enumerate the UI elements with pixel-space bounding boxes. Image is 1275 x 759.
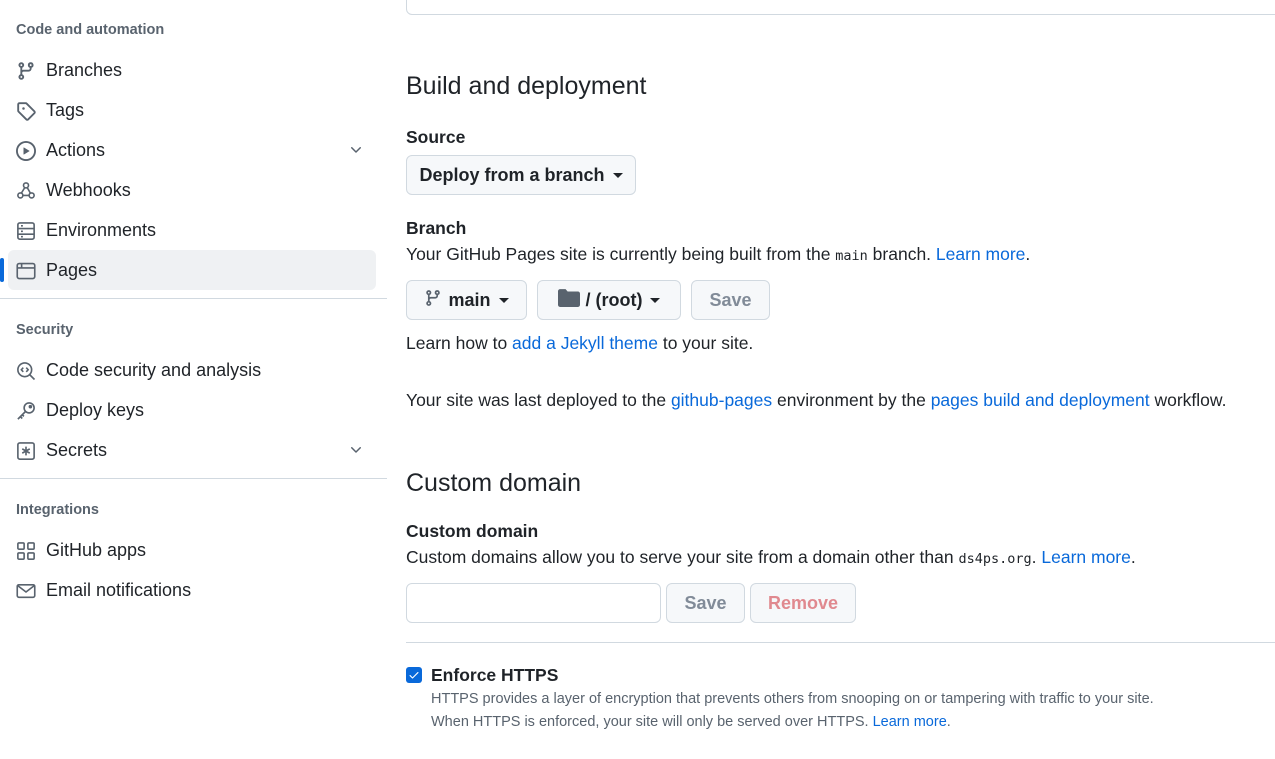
server-icon [16, 221, 36, 241]
sidebar-divider [0, 298, 387, 299]
caret-down-icon [498, 297, 509, 303]
sidebar-item-label: Branches [46, 59, 123, 80]
sidebar-item-email-notifications[interactable]: Email notifications [8, 570, 376, 610]
chevron-down-icon[interactable] [348, 142, 364, 158]
source-select-button[interactable]: Deploy from a branch [406, 155, 636, 195]
sidebar-item-tags[interactable]: Tags [8, 90, 376, 130]
enforce-https-label[interactable]: Enforce HTTPS [431, 665, 558, 686]
branch-name-code: main [835, 248, 868, 264]
caret-down-icon [612, 172, 623, 178]
apps-icon [16, 541, 36, 561]
domain-desc-text: . [1130, 547, 1136, 567]
folder-select-button[interactable]: / (root) [537, 280, 681, 320]
https-learn-more-link[interactable]: Learn more [873, 714, 947, 730]
branch-desc-text: . [1025, 244, 1031, 264]
jekyll-theme-text: Learn how to add a Jekyll theme to your … [406, 333, 753, 354]
chevron-down-icon[interactable] [348, 442, 364, 458]
previous-section-box [406, 0, 1275, 15]
security-heading: Security [16, 322, 74, 338]
domain-desc-text: Custom domains allow you to serve your s… [406, 547, 959, 567]
sidebar-item-label: Tags [46, 99, 85, 120]
last-deployed-text: Your site was last deployed to the githu… [406, 390, 1226, 411]
branch-learn-more-link[interactable]: Learn more [936, 244, 1026, 264]
custom-domain-title: Custom domain [406, 469, 582, 497]
section-divider [406, 642, 1275, 643]
branch-desc-text: Your GitHub Pages site is currently bein… [406, 244, 836, 264]
domain-learn-more-link[interactable]: Learn more [1041, 547, 1131, 567]
branch-save-button[interactable]: Save [691, 280, 770, 320]
sidebar-item-secrets[interactable]: Secrets [8, 430, 376, 470]
sidebar-item-webhooks[interactable]: Webhooks [8, 170, 376, 210]
jekyll-text: Learn how to [406, 333, 513, 353]
github-pages-environment-link[interactable]: github-pages [671, 390, 772, 410]
sidebar-item-label: Secrets [46, 439, 108, 460]
pages-workflow-link[interactable]: pages build and deployment [931, 390, 1150, 410]
sidebar-item-label: Actions [46, 139, 106, 160]
sidebar-item-github-apps[interactable]: GitHub apps [8, 530, 376, 570]
branch-icon [424, 289, 442, 312]
branch-select-button[interactable]: main [406, 280, 527, 320]
https-note-text: When HTTPS is enforced, your site will o… [431, 714, 873, 730]
deploy-text: Your site was last deployed to the [406, 390, 671, 410]
asterisk-icon [16, 441, 36, 461]
sidebar-item-label: Environments [46, 219, 157, 240]
sidebar-item-label: Deploy keys [46, 399, 145, 420]
branch-select-value: main [448, 289, 491, 310]
https-note-text: . [946, 714, 951, 730]
sidebar-item-label: Code security and analysis [46, 359, 262, 380]
sidebar-item-deploy-keys[interactable]: Deploy keys [8, 390, 376, 430]
branch-icon [16, 61, 36, 81]
jekyll-text: to your site. [657, 333, 754, 353]
sidebar-item-actions[interactable]: Actions [8, 130, 376, 170]
tag-icon [16, 101, 36, 121]
source-label: Source [406, 127, 466, 147]
settings-sidebar: Code and automation Branches Tags Action… [0, 0, 387, 759]
branch-description: Your GitHub Pages site is currently bein… [406, 244, 1030, 265]
sidebar-item-pages[interactable]: Pages [0, 250, 376, 290]
folder-icon [557, 288, 580, 312]
mail-icon [16, 581, 36, 601]
pages-settings-main: Build and deployment Source Deploy from … [387, 0, 1275, 759]
custom-domain-description: Custom domains allow you to serve your s… [406, 547, 1136, 568]
jekyll-theme-link[interactable]: add a Jekyll theme [512, 333, 658, 353]
domain-desc-text: . [1031, 547, 1042, 567]
sidebar-item-label: Email notifications [46, 579, 192, 600]
domain-save-button[interactable]: Save [666, 583, 745, 623]
integrations-heading: Integrations [16, 502, 99, 518]
browser-icon [16, 261, 36, 281]
checkmark-icon [409, 672, 419, 679]
custom-domain-input[interactable] [406, 583, 661, 623]
domain-code: ds4ps.org [958, 551, 1032, 567]
source-select-value: Deploy from a branch [419, 164, 605, 185]
codescan-icon [16, 361, 36, 381]
sidebar-item-label: Webhooks [46, 179, 131, 200]
branch-desc-text: branch. [867, 244, 936, 264]
custom-domain-label: Custom domain [406, 521, 539, 541]
sidebar-item-code-security[interactable]: Code security and analysis [8, 350, 376, 390]
sidebar-item-label: Pages [46, 259, 98, 280]
https-note-line1: HTTPS provides a layer of encryption tha… [431, 691, 1154, 707]
deploy-text: workflow. [1149, 390, 1227, 410]
caret-down-icon [650, 297, 661, 303]
enforce-https-checkbox[interactable] [406, 667, 422, 683]
build-deployment-title: Build and deployment [406, 72, 647, 100]
play-icon [16, 141, 36, 161]
sidebar-item-label: GitHub apps [46, 539, 147, 560]
https-note-line2: When HTTPS is enforced, your site will o… [431, 714, 951, 730]
domain-remove-button[interactable]: Remove [750, 583, 856, 623]
sidebar-item-branches[interactable]: Branches [8, 50, 376, 90]
folder-select-value: / (root) [585, 289, 643, 310]
sidebar-item-environments[interactable]: Environments [8, 210, 376, 250]
code-automation-heading: Code and automation [16, 22, 165, 38]
branch-label: Branch [406, 218, 467, 238]
sidebar-divider [0, 478, 387, 479]
key-icon [16, 401, 36, 421]
webhook-icon [16, 181, 36, 201]
deploy-text: environment by the [772, 390, 931, 410]
